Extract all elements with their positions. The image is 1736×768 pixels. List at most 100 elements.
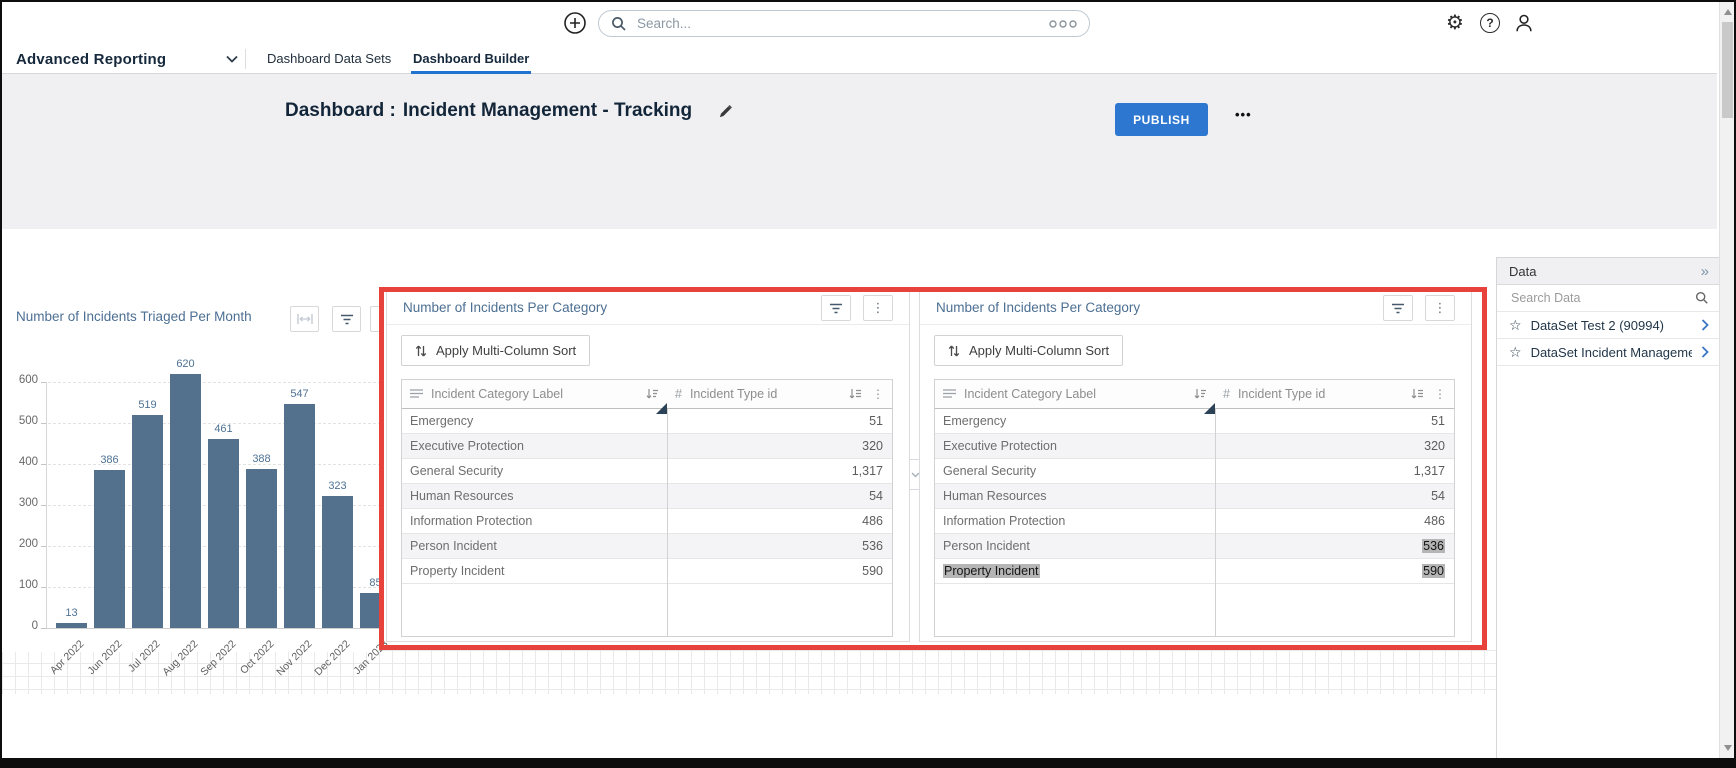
category-cell[interactable]: Emergency xyxy=(935,409,1215,433)
data-table: Incident Category Label # Incident Type … xyxy=(401,379,893,637)
bar-oct-2022[interactable] xyxy=(246,469,277,628)
table-row[interactable]: Person Incident 536 xyxy=(935,534,1454,559)
category-cell[interactable]: Executive Protection xyxy=(935,434,1215,458)
more-options-ellipsis-icon[interactable]: ••• xyxy=(1235,107,1252,122)
vertical-scrollbar[interactable] xyxy=(1719,2,1734,758)
app-menu-dropdown[interactable]: Advanced Reporting xyxy=(16,44,238,74)
table-kebab-menu-icon[interactable]: ⋮ xyxy=(1425,295,1455,321)
bar-jul-2022[interactable] xyxy=(132,415,163,628)
axis-tick xyxy=(41,505,46,506)
value-cell[interactable]: 54 xyxy=(667,484,892,508)
search-input[interactable] xyxy=(635,15,1049,32)
apply-multi-column-sort-button[interactable]: Apply Multi-Column Sort xyxy=(401,335,591,366)
scroll-up-icon[interactable] xyxy=(1724,9,1732,15)
column-resize-corner[interactable] xyxy=(1204,403,1215,414)
edit-title-pencil-icon[interactable] xyxy=(718,104,733,119)
value-cell[interactable]: 1,317 xyxy=(667,459,892,483)
bar-aug-2022[interactable] xyxy=(170,374,201,628)
dataset-item-1[interactable]: ☆ DataSet Test 2 (90994) xyxy=(1497,312,1719,339)
table-row[interactable]: Emergency 51 xyxy=(935,409,1454,434)
table-filter-icon[interactable] xyxy=(821,295,851,321)
publish-button[interactable]: PUBLISH xyxy=(1115,103,1208,136)
table-row[interactable]: Emergency 51 xyxy=(402,409,892,434)
tab-dashboard-builder[interactable]: Dashboard Builder xyxy=(411,44,532,74)
collapse-panel-icon[interactable]: » xyxy=(1701,263,1709,280)
bar-dec-2022[interactable] xyxy=(322,496,353,628)
scroll-down-icon[interactable] xyxy=(1724,745,1732,751)
apply-multi-column-sort-button[interactable]: Apply Multi-Column Sort xyxy=(934,335,1124,366)
table-row[interactable]: Information Protection 486 xyxy=(402,509,892,534)
table-filter-icon[interactable] xyxy=(1383,295,1413,321)
value-cell[interactable]: 536 xyxy=(667,534,892,558)
help-icon[interactable]: ? xyxy=(1478,11,1502,35)
value-cell[interactable]: 54 xyxy=(1215,484,1454,508)
table-row[interactable]: Human Resources 54 xyxy=(935,484,1454,509)
value-cell[interactable]: 51 xyxy=(667,409,892,433)
value-cell[interactable]: 51 xyxy=(1215,409,1454,433)
star-icon[interactable]: ☆ xyxy=(1509,318,1522,332)
table-row[interactable]: Property Incident 590 xyxy=(402,559,892,584)
dashboard-title: Dashboard : Incident Management - Tracki… xyxy=(285,100,733,122)
category-cell[interactable]: Human Resources xyxy=(402,484,667,508)
table-row[interactable]: Property Incident 590 xyxy=(935,559,1454,584)
tab-dashboard-data-sets[interactable]: Dashboard Data Sets xyxy=(265,44,393,74)
category-cell[interactable]: Information Protection xyxy=(935,509,1215,533)
settings-gear-icon[interactable]: ⚙ xyxy=(1443,11,1467,35)
column-resize-corner[interactable] xyxy=(656,403,667,414)
search-more-options-icon[interactable] xyxy=(1049,19,1077,29)
chevron-right-icon[interactable] xyxy=(1701,319,1709,331)
category-cell[interactable]: Executive Protection xyxy=(402,434,667,458)
star-icon[interactable]: ☆ xyxy=(1509,345,1522,359)
bar-nov-2022[interactable] xyxy=(284,404,315,628)
category-cell[interactable]: Information Protection xyxy=(402,509,667,533)
category-cell[interactable]: General Security xyxy=(935,459,1215,483)
value-cell[interactable]: 536 xyxy=(1215,534,1454,558)
category-cell[interactable]: Property Incident xyxy=(402,559,667,583)
bar-jan-2023[interactable] xyxy=(360,593,383,628)
table-row[interactable]: General Security 1,317 xyxy=(935,459,1454,484)
category-cell[interactable]: Person Incident xyxy=(402,534,667,558)
category-cell[interactable]: Emergency xyxy=(402,409,667,433)
column-kebab-icon[interactable]: ⋮ xyxy=(872,387,884,401)
category-cell[interactable]: Property Incident xyxy=(935,559,1215,583)
table-row[interactable]: Information Protection 486 xyxy=(935,509,1454,534)
table-row[interactable]: Person Incident 536 xyxy=(402,534,892,559)
value-cell[interactable]: 590 xyxy=(1215,559,1454,583)
table-row[interactable]: Human Resources 54 xyxy=(402,484,892,509)
value-cell[interactable]: 590 xyxy=(667,559,892,583)
dataset-item-2[interactable]: ☆ DataSet Incident Management ... xyxy=(1497,339,1719,366)
user-profile-icon[interactable] xyxy=(1512,11,1536,35)
category-cell[interactable]: Person Incident xyxy=(935,534,1215,558)
category-cell[interactable]: General Security xyxy=(402,459,667,483)
chevron-right-icon[interactable] xyxy=(1701,346,1709,358)
dashboard-title-value: Incident Management - Tracking xyxy=(402,100,693,121)
table-row[interactable]: Executive Protection 320 xyxy=(402,434,892,459)
column-header-type-id[interactable]: # Incident Type id ⋮ xyxy=(1215,380,1454,408)
bar-sep-2022[interactable] xyxy=(208,439,239,628)
bar-value-label: 461 xyxy=(214,423,233,435)
value-cell[interactable]: 1,317 xyxy=(1215,459,1454,483)
axis-tick xyxy=(41,423,46,424)
scrollbar-thumb[interactable] xyxy=(1722,22,1733,118)
value-cell[interactable]: 486 xyxy=(667,509,892,533)
topbar: ⚙ ? xyxy=(2,2,1717,44)
table-body: Emergency 51 Executive Protection 320 Genera… xyxy=(935,409,1454,584)
data-search-input[interactable] xyxy=(1509,290,1695,306)
y-tick-label: 100 xyxy=(18,579,38,591)
table-row[interactable]: General Security 1,317 xyxy=(402,459,892,484)
table-row[interactable]: Executive Protection 320 xyxy=(935,434,1454,459)
column-header-type-id[interactable]: # Incident Type id ⋮ xyxy=(667,380,892,408)
column-header-category[interactable]: Incident Category Label xyxy=(402,380,667,414)
table-kebab-menu-icon[interactable]: ⋮ xyxy=(863,295,893,321)
global-search[interactable] xyxy=(598,10,1090,37)
bar-jun-2022[interactable] xyxy=(94,470,125,628)
category-cell[interactable]: Human Resources xyxy=(935,484,1215,508)
value-cell[interactable]: 320 xyxy=(1215,434,1454,458)
column-header-category[interactable]: Incident Category Label xyxy=(935,380,1215,414)
value-cell[interactable]: 320 xyxy=(667,434,892,458)
value-cell[interactable]: 486 xyxy=(1215,509,1454,533)
add-new-icon[interactable] xyxy=(563,11,587,35)
column-kebab-icon[interactable]: ⋮ xyxy=(1434,387,1446,401)
bar-apr-2022[interactable] xyxy=(56,623,87,628)
bar-value-label: 519 xyxy=(138,399,157,411)
